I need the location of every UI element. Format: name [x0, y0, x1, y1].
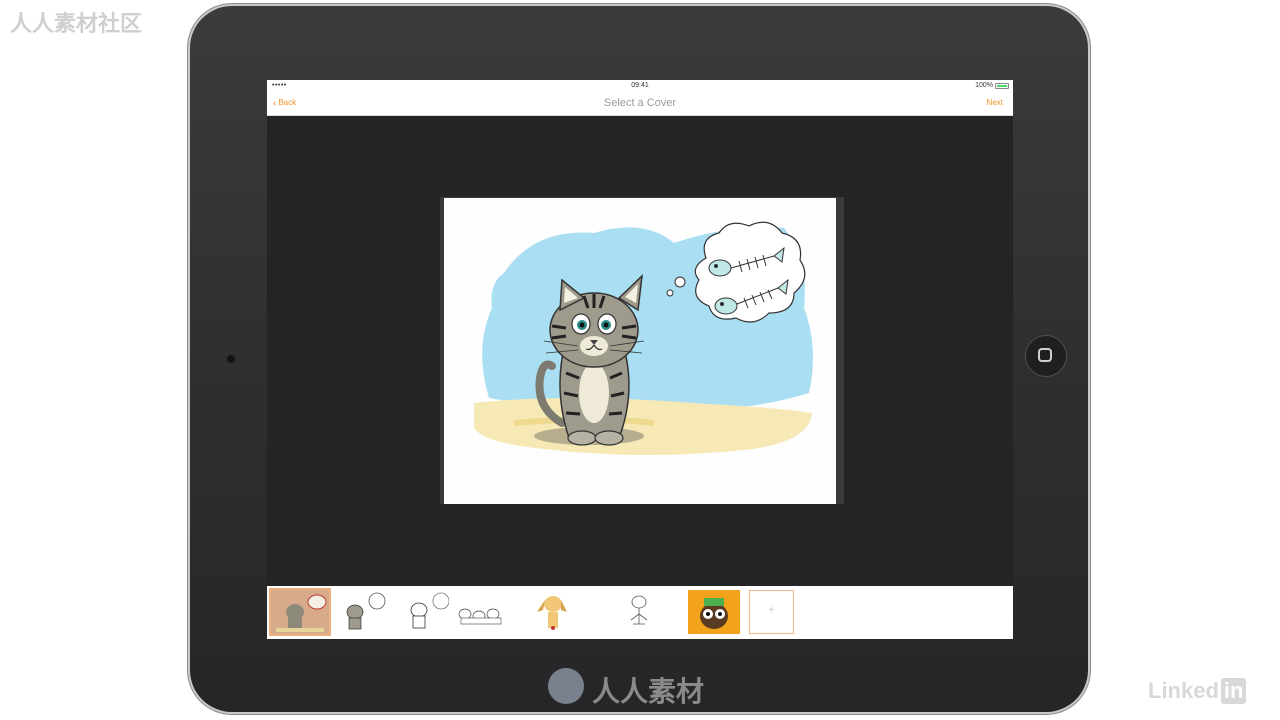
navigation-bar: ‹ Back Select a Cover Next — [267, 93, 1013, 116]
thumbnail-strip: + — [267, 586, 1013, 639]
thumbnail-cat-with-sign[interactable] — [271, 590, 329, 634]
home-square-icon — [1038, 348, 1052, 362]
page-title: Select a Cover — [603, 97, 677, 109]
corner-watermark: 人人素材社区 — [10, 11, 143, 36]
status-bar: ••••• 09:41 100% — [267, 80, 1013, 93]
app-screen: ••••• 09:41 100% ‹ Back Select a Cover Ne… — [267, 80, 1013, 639]
owl-image — [688, 590, 740, 634]
cat-cover-illustration — [474, 221, 813, 455]
linkedin-in-badge: in — [1220, 678, 1247, 704]
linkedin-text: Linked — [1148, 678, 1219, 703]
thumbnail-cat-sketch[interactable] — [391, 590, 450, 634]
add-cover-button[interactable]: + — [749, 590, 794, 634]
linkedin-logo: Linked in — [1148, 678, 1247, 704]
status-time: 09:41 — [631, 82, 649, 89]
front-camera — [226, 354, 236, 364]
dog-image — [537, 596, 567, 630]
plus-icon: + — [768, 605, 775, 616]
thumbnail-dog[interactable] — [523, 590, 581, 634]
thumbnail-cats-group[interactable] — [453, 590, 511, 634]
cat-thought-image — [346, 592, 386, 630]
cats-group-image — [458, 608, 502, 625]
battery-icon — [995, 83, 1009, 89]
next-button[interactable]: Next — [987, 98, 1003, 107]
thumbnail-cat-with-thought-bubble[interactable] — [331, 590, 389, 634]
cat-sketch-image — [410, 592, 450, 629]
watermark-logo — [548, 668, 584, 704]
thumbnail-dog-sketch[interactable] — [609, 590, 667, 634]
thumbnail-owl[interactable] — [688, 590, 740, 634]
dog-sketch-image — [630, 595, 648, 625]
battery-percent: 100% — [975, 82, 993, 89]
home-button[interactable] — [1026, 336, 1066, 376]
watermark-text: 人人素材 — [592, 676, 705, 707]
cover-preview — [444, 198, 836, 504]
cat-with-sign-image — [271, 590, 329, 634]
